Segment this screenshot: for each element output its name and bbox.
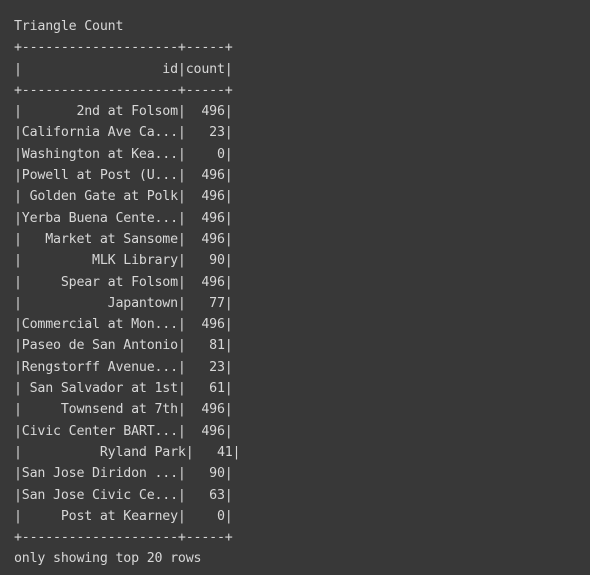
table-header-row: | id|count| [14, 61, 233, 77]
table-body: | 2nd at Folsom| 496| |California Ave Ca… [14, 101, 590, 527]
table-row: | Ryland Park| 41| [14, 444, 241, 460]
table-row: | Golden Gate at Polk| 496| [14, 189, 233, 205]
table-row: | San Salvador at 1st| 61| [14, 381, 233, 397]
table-row: |Civic Center BART...| 496| [14, 423, 233, 439]
table-row: | Japantown| 77| [14, 295, 233, 311]
table-row: |Rengstorff Avenue...| 23| [14, 359, 233, 375]
console-output: Triangle Count +--------------------+---… [0, 0, 590, 575]
table-border-mid: +--------------------+-----+ [14, 82, 233, 98]
table-row: |Yerba Buena Cente...| 496| [14, 210, 233, 226]
table-row: |Paseo de San Antonio| 81| [14, 338, 233, 354]
table-border-bottom: +--------------------+-----+ [14, 530, 233, 546]
table-row: | MLK Library| 90| [14, 253, 233, 269]
table-row: |California Ave Ca...| 23| [14, 125, 233, 141]
output-title: Triangle Count [14, 19, 124, 34]
table-row: | Spear at Folsom| 496| [14, 274, 233, 290]
table-row: |Powell at Post (U...| 496| [14, 168, 233, 184]
table-row: |San Jose Diridon ...| 90| [14, 466, 233, 482]
table-row: | Post at Kearney| 0| [14, 508, 233, 524]
table-row: | 2nd at Folsom| 496| [14, 104, 233, 120]
table-row: |San Jose Civic Ce...| 63| [14, 487, 233, 503]
output-footer: only showing top 20 rows [14, 551, 202, 567]
table-row: |Washington at Kea...| 0| [14, 146, 233, 162]
table-row: |Commercial at Mon...| 496| [14, 317, 233, 333]
table-row: | Market at Sansome| 496| [14, 231, 233, 247]
table-row: | Townsend at 7th| 496| [14, 402, 233, 418]
table-border-top: +--------------------+-----+ [14, 40, 233, 56]
